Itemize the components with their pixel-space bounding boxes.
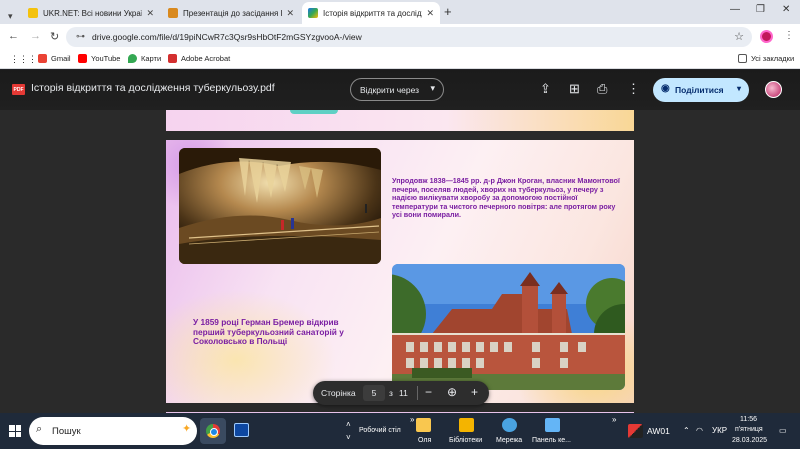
zoom-out-icon[interactable]: − xyxy=(425,385,432,399)
maps-pin-icon xyxy=(128,54,137,63)
tray-app-label[interactable]: AW01 xyxy=(647,426,670,436)
total-pages: 11 xyxy=(399,388,408,398)
browser-menu-icon[interactable]: ⋮ xyxy=(784,30,794,41)
account-avatar[interactable] xyxy=(765,81,782,98)
expand-arrow-up-icon[interactable]: ˄ xyxy=(346,420,351,429)
minimize-button[interactable]: — xyxy=(730,4,740,15)
caret-down-icon[interactable]: ▾ xyxy=(737,84,741,93)
viewer-header: PDF Історія відкриття та дослідження туб… xyxy=(0,70,800,110)
bookmark-youtube[interactable]: YouTube xyxy=(78,54,120,63)
ukrnet-favicon-icon xyxy=(28,8,38,18)
bookmarks-bar: ⋮⋮⋮ Gmail YouTube Карти Adobe Acrobat Ус… xyxy=(0,50,800,69)
mammoth-cave-photo xyxy=(179,148,381,264)
bookmark-gmail[interactable]: Gmail xyxy=(38,54,71,63)
reload-icon[interactable]: ↻ xyxy=(50,30,59,43)
window-close-button[interactable]: ✕ xyxy=(782,4,790,15)
libraries-icon xyxy=(459,418,474,432)
user-folder-icon xyxy=(416,418,431,432)
slide-text-crogan: Упродовж 1838—1845 рр. д-р Джон Кроган, … xyxy=(392,176,620,220)
page-of-label: з xyxy=(389,388,393,398)
previous-slide-page xyxy=(166,110,634,131)
language-indicator[interactable]: УКР xyxy=(712,426,727,435)
wifi-icon[interactable]: ◠ xyxy=(696,426,703,435)
sanatorium-photo xyxy=(392,264,625,390)
windows-taskbar: ⌕ Пошук ✦ ˄ ˅ Робочий стіл » Оля Бібліот… xyxy=(0,413,800,449)
toolbar-item-user[interactable]: Оля xyxy=(418,437,431,444)
print-icon[interactable]: ⎙ xyxy=(597,81,607,97)
clock-date[interactable]: 28.03.2025 xyxy=(732,437,767,444)
tab-drive-pdf[interactable]: Історія відкриття та дослідже ✕ xyxy=(302,2,440,24)
tab-ukrnet[interactable]: UKR.NET: Всі новини України, ✕ xyxy=(22,2,160,24)
slide-text-brehmer: У 1859 році Герман Бремер відкрив перший… xyxy=(193,317,344,347)
browser-tab-strip: ▾ UKR.NET: Всі новини України, ✕ Презент… xyxy=(0,0,800,24)
restore-button[interactable]: ❐ xyxy=(756,4,765,15)
add-comment-icon[interactable]: ⊞ xyxy=(569,81,580,97)
toolbar-overflow-icon[interactable]: » xyxy=(410,415,414,424)
notifications-icon[interactable]: ▭ xyxy=(779,426,787,435)
browser-toolbar: ← → ↻ ⊶ drive.google.com/file/d/19piNCwR… xyxy=(0,24,800,50)
toolbar-item-control-panel[interactable]: Панель ке... xyxy=(532,437,571,444)
network-icon xyxy=(502,418,517,432)
clock-time[interactable]: 11:56 xyxy=(740,416,757,423)
copilot-sparkle-icon: ✦ xyxy=(182,423,192,435)
globe-icon: ◉ xyxy=(661,83,670,94)
page-label: Сторінка xyxy=(321,388,356,398)
control-panel-icon xyxy=(545,418,560,432)
search-icon: ⌕ xyxy=(36,423,43,435)
browser-profile-avatar[interactable] xyxy=(760,30,773,43)
address-bar[interactable]: ⊶ drive.google.com/file/d/19piNCwR7c3Qsr… xyxy=(66,27,752,47)
toolbar-item-network[interactable]: Мережа xyxy=(496,437,522,444)
drive-pdf-viewer: Упродовж 1838—1845 рр. д-р Джон Кроган, … xyxy=(0,70,800,413)
notepad-icon xyxy=(234,423,249,437)
zoom-in-icon[interactable]: + xyxy=(471,385,478,399)
expand-arrow-down-icon[interactable]: ˅ xyxy=(346,433,351,442)
tray-chevron-icon[interactable]: ⌃ xyxy=(683,426,690,435)
chrome-icon xyxy=(206,424,220,438)
bookmark-maps[interactable]: Карти xyxy=(128,54,161,63)
bookmark-acrobat[interactable]: Adobe Acrobat xyxy=(168,54,230,63)
screen: ▾ UKR.NET: Всі новини України, ✕ Презент… xyxy=(0,0,800,449)
all-bookmarks[interactable]: Усі закладки xyxy=(738,54,794,63)
apps-grid-icon[interactable]: ⋮⋮⋮ xyxy=(10,54,37,65)
folder-icon xyxy=(738,54,747,63)
slide-page-5: Упродовж 1838—1845 рр. д-р Джон Кроган, … xyxy=(166,140,634,403)
close-icon[interactable]: ✕ xyxy=(286,8,294,19)
pdf-file-icon: PDF xyxy=(12,84,25,95)
divider xyxy=(417,386,418,400)
windows-start-icon[interactable] xyxy=(9,425,21,437)
youtube-icon xyxy=(78,54,87,63)
gmail-icon xyxy=(38,54,47,63)
current-page-input[interactable]: 5 xyxy=(363,385,385,401)
more-actions-icon[interactable]: ⋮ xyxy=(627,81,640,97)
desktop-toolbar-label[interactable]: Робочий стіл xyxy=(359,427,401,434)
close-icon[interactable]: ✕ xyxy=(146,8,154,19)
add-to-drive-icon[interactable]: ⇪ xyxy=(540,81,551,97)
caret-down-icon: ▾ xyxy=(430,83,435,93)
share-button[interactable]: ◉ Поділитися ▾ xyxy=(653,78,749,102)
url-text[interactable]: drive.google.com/file/d/19piNCwR7c3Qsr9s… xyxy=(92,32,362,42)
drive-favicon-icon xyxy=(308,8,318,18)
taskbar-chrome[interactable] xyxy=(200,418,226,444)
open-with-button[interactable]: Відкрити через ▾ xyxy=(350,78,444,101)
close-icon[interactable]: ✕ xyxy=(426,8,434,19)
forward-arrow-icon[interactable]: → xyxy=(30,30,41,42)
taskbar-notepad[interactable] xyxy=(229,418,255,444)
clock-day[interactable]: п'ятниця xyxy=(735,426,763,433)
new-tab-button[interactable]: + xyxy=(444,4,452,19)
document-title: Історія відкриття та дослідження туберку… xyxy=(31,82,275,94)
taskbar-search[interactable]: ⌕ Пошук ✦ xyxy=(29,417,197,445)
back-arrow-icon[interactable]: ← xyxy=(8,30,19,42)
tray-overflow-icon[interactable]: » xyxy=(612,415,616,424)
decorative-shape xyxy=(290,110,338,114)
aw-app-icon xyxy=(628,424,643,438)
tab-presentation[interactable]: Презентація до засідання Бунт ✕ xyxy=(162,2,300,24)
page-navigation: Сторінка 5 з 11 − ⊕ + xyxy=(313,381,489,405)
zoom-search-icon[interactable]: ⊕ xyxy=(447,385,457,399)
site-info-icon[interactable]: ⊶ xyxy=(76,31,85,42)
bookmark-star-icon[interactable]: ☆ xyxy=(734,30,744,43)
slides-favicon-icon xyxy=(168,8,178,18)
toolbar-item-libraries[interactable]: Бібліотеки xyxy=(449,437,482,444)
acrobat-icon xyxy=(168,54,177,63)
